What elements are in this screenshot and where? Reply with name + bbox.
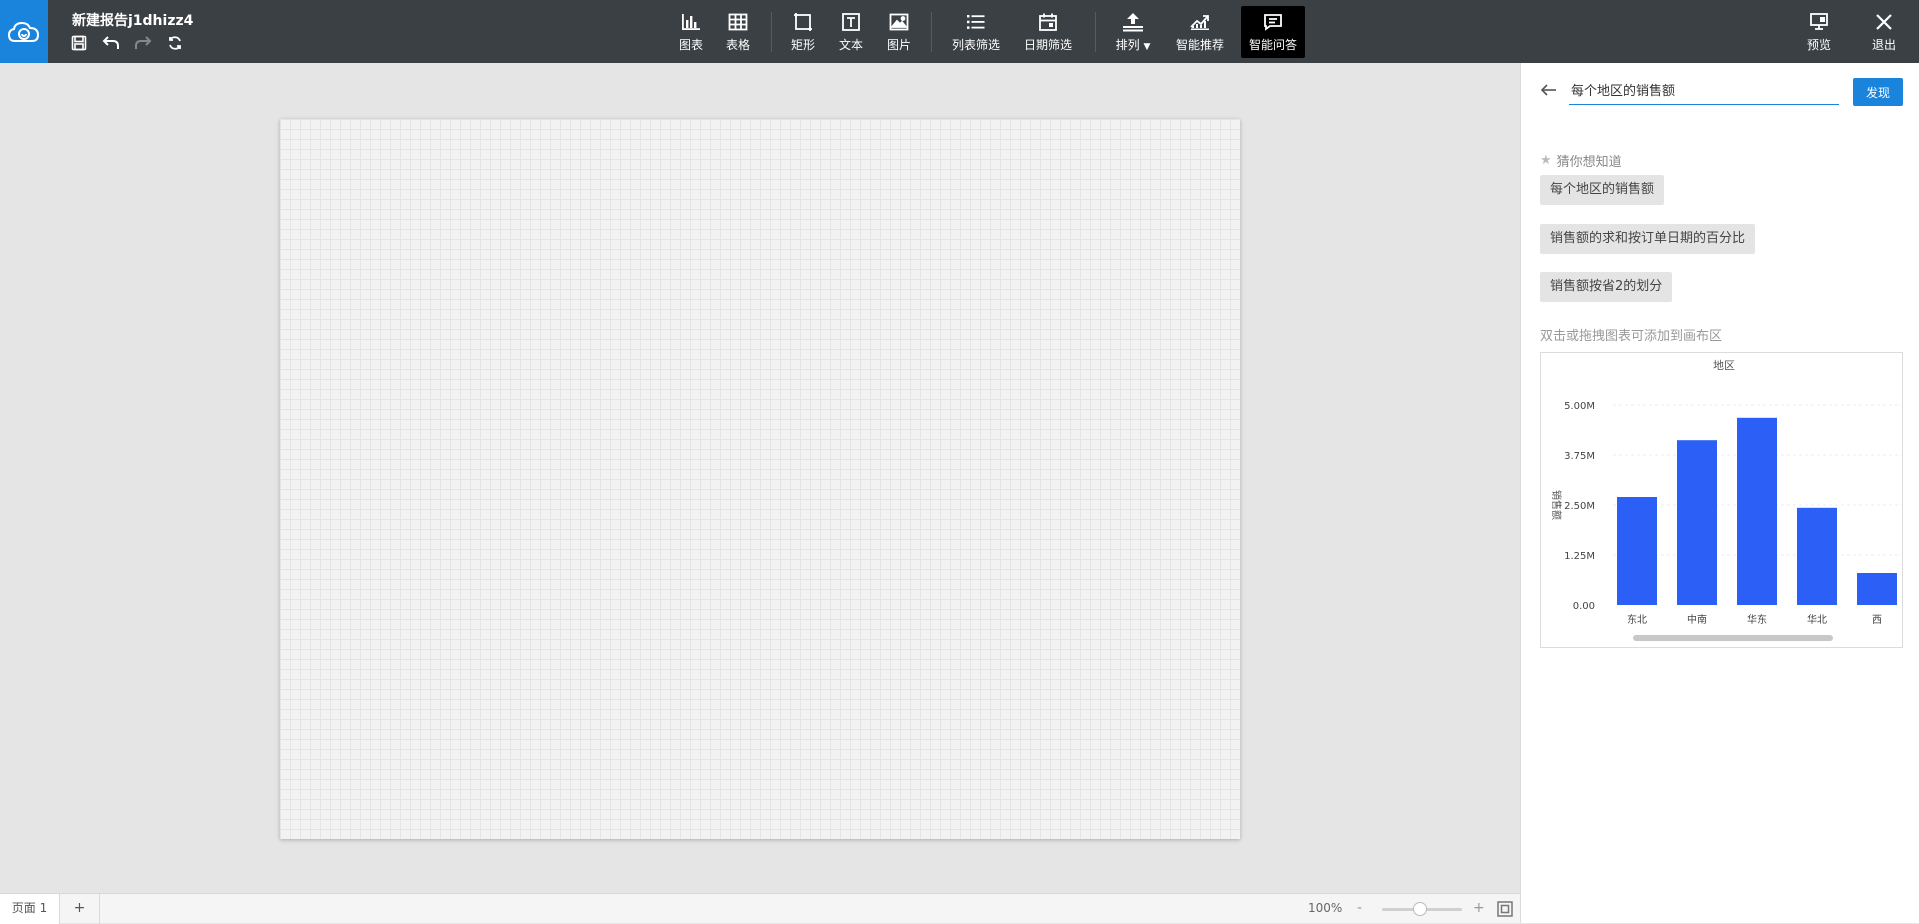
back-arrow-icon[interactable] [1539,80,1559,100]
y-tick-label: 5.00M [1564,401,1595,412]
chart-tool-button[interactable]: 图表 [675,6,707,58]
page-tab[interactable]: 页面 1 [0,894,60,924]
table-icon [726,10,750,34]
zoom-out-button[interactable]: - [1357,894,1362,923]
bar-chart-icon [679,10,703,34]
list-icon [964,10,988,34]
y-tick-label: 1.25M [1564,551,1595,562]
bar [1677,440,1717,605]
chat-bubble-icon [1261,10,1285,34]
refresh-icon[interactable] [166,34,184,52]
table-tool-button[interactable]: 表格 [722,6,754,58]
workspace [0,63,1520,893]
chart-scrollbar[interactable] [1633,635,1833,641]
redo-icon[interactable] [134,34,152,52]
report-title: 新建报告j1dhizz4 [72,13,194,29]
arrange-icon [1121,10,1145,34]
arrange-button[interactable]: 排列 ▼ [1110,6,1156,58]
suggestion-chip[interactable]: 每个地区的销售额 [1540,175,1665,205]
quick-actions [70,34,184,52]
zoom-level: 100% [1308,901,1343,915]
discover-button[interactable]: 发现 [1853,78,1903,106]
bar-chart: 地区销售额 0.00 1.25M 2.50M 3.75M 5.00M 东北 中南 华东 华北 西 [1550,359,1902,626]
rectangle-icon [791,10,815,34]
undo-icon[interactable] [102,34,120,52]
zoom-slider-thumb[interactable] [1413,902,1427,916]
chart-title: 地区 [1713,359,1735,372]
bar [1857,573,1897,605]
toolbar-divider [1095,12,1096,52]
bar [1797,507,1837,605]
text-icon [839,10,863,34]
caret-down-icon: ▼ [1143,42,1151,52]
x-tick-label: 西 [1872,615,1882,626]
cloud-logo-icon [7,21,40,42]
zoom-in-button[interactable]: + [1473,894,1485,923]
logo[interactable] [0,0,48,63]
rect-tool-button[interactable]: 矩形 [787,6,819,58]
add-page-button[interactable]: + [60,894,100,924]
report-canvas[interactable] [280,119,1240,839]
top-toolbar: 新建报告j1dhizz4 图表 表格 矩形 文本 图片 列表筛选 日期筛选 排列… [0,0,1919,63]
result-chart[interactable]: 地区销售额 0.00 1.25M 2.50M 3.75M 5.00M 东北 中南 华东 华北 西 [1540,352,1903,648]
star-icon: ★ [1540,153,1552,168]
x-tick-label: 华北 [1807,613,1827,626]
x-tick-label: 华东 [1747,613,1767,626]
trend-chart-icon [1188,10,1212,34]
bar [1737,417,1777,605]
close-icon [1872,10,1896,34]
bottom-bar: 页面 1 + 100% - + [0,893,1520,924]
y-axis-label: 销售额 [1550,490,1563,520]
question-input[interactable] [1569,75,1839,105]
text-tool-button[interactable]: 文本 [835,6,867,58]
calendar-icon [1036,10,1060,34]
drag-hint: 双击或拖拽图表可添加到画布区 [1540,329,1723,344]
x-tick-label: 东北 [1627,613,1647,626]
smart-recommend-button[interactable]: 智能推荐 [1174,6,1226,58]
preview-button[interactable]: 预览 [1803,6,1835,58]
fit-screen-icon[interactable] [1497,901,1513,917]
preview-icon [1807,10,1831,34]
y-tick-label: 3.75M [1564,451,1595,462]
smart-qa-panel: 发现 ★ 猜你想知道 每个地区的销售额 销售额的求和按订单日期的百分比 销售额按… [1520,63,1919,923]
toolbar-divider [931,12,932,52]
suggestion-chip[interactable]: 销售额按省2的划分 [1540,272,1673,302]
list-filter-button[interactable]: 列表筛选 [951,6,1001,58]
bar [1617,497,1657,605]
date-filter-button[interactable]: 日期筛选 [1023,6,1073,58]
image-tool-button[interactable]: 图片 [883,6,915,58]
toolbar-divider [771,12,772,52]
y-tick-label: 2.50M [1564,501,1595,512]
y-tick-label: 0.00 [1573,601,1595,612]
image-icon [887,10,911,34]
smart-qa-button[interactable]: 智能问答 [1241,6,1305,58]
exit-button[interactable]: 退出 [1868,6,1900,58]
suggestion-chip[interactable]: 销售额的求和按订单日期的百分比 [1540,224,1756,254]
guess-header: ★ 猜你想知道 [1540,153,1622,170]
x-tick-label: 中南 [1687,613,1707,626]
save-icon[interactable] [70,34,88,52]
